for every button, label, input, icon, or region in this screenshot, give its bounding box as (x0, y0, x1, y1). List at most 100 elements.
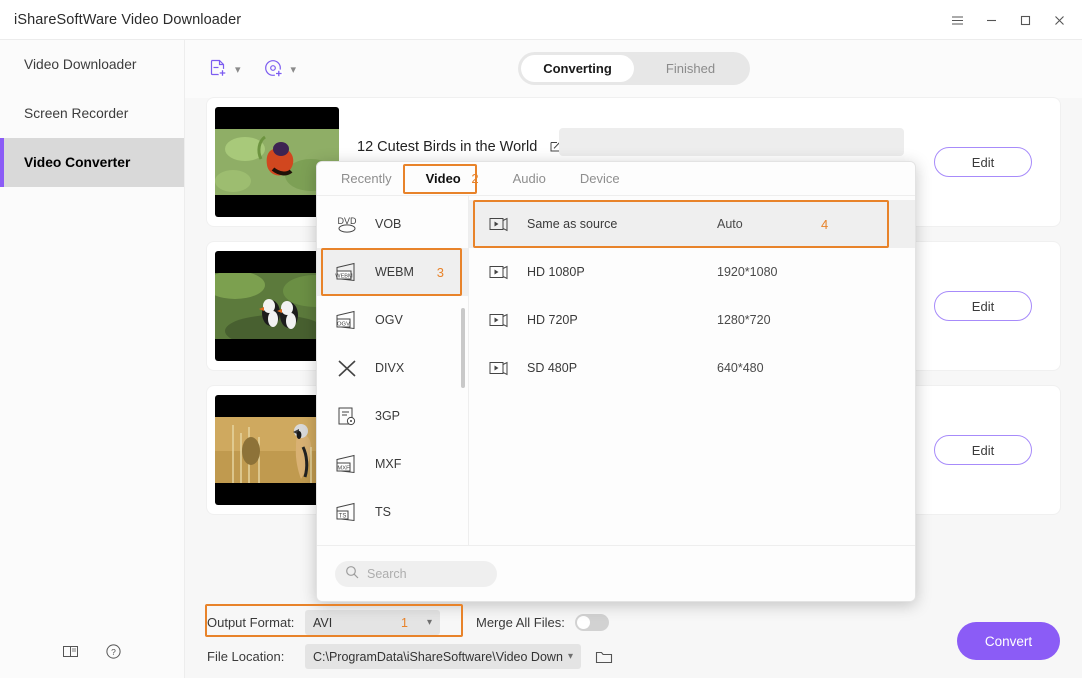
chevron-down-icon: ▾ (568, 651, 573, 662)
format-list-scrollbar[interactable] (461, 308, 465, 388)
output-format-select[interactable]: AVI 1 ▾ (305, 610, 440, 635)
format-item-webm[interactable]: WEBM WEBM 3 (317, 248, 468, 296)
merge-all-files-toggle[interactable] (575, 614, 609, 631)
resolution-value: 1920*1080 (717, 265, 777, 279)
format-label: TS (375, 505, 391, 519)
manual-icon[interactable] (62, 643, 79, 660)
mxf-file-icon: MXF (333, 451, 361, 477)
merge-all-files-row: Merge All Files: (476, 614, 609, 631)
panel-tabs: Recently Video 2 Audio Device (317, 162, 915, 195)
format-list: DVD VOB WEBM WEBM 3 OGV OGV (317, 196, 469, 545)
resolution-value: 640*480 (717, 361, 764, 375)
browse-folder-icon[interactable] (595, 649, 613, 665)
add-file-button[interactable]: ▾ (207, 58, 241, 80)
resolution-label: HD 1080P (527, 265, 717, 279)
panel-tab-recently[interactable]: Recently (341, 171, 392, 186)
help-icon[interactable]: ? (105, 643, 122, 660)
status-tabs: Converting Finished (518, 52, 750, 85)
3gp-file-icon (333, 403, 361, 429)
file-location-label: File Location: (207, 649, 305, 664)
resolution-item-hd-720p[interactable]: HD 720P 1280*720 (469, 296, 915, 344)
file-title: 12 Cutest Birds in the World (357, 139, 537, 155)
bottom-bar: Output Format: AVI 1 ▾ Merge All Files: … (185, 596, 1082, 678)
tab-converting[interactable]: Converting (521, 55, 634, 82)
sidebar-item-video-downloader[interactable]: Video Downloader (0, 40, 184, 89)
sidebar-item-screen-recorder[interactable]: Screen Recorder (0, 89, 184, 138)
file-location-row: File Location: C:\ProgramData\iShareSoft… (207, 644, 613, 669)
maximize-icon[interactable] (1008, 3, 1042, 37)
format-dropdown-panel: Recently Video 2 Audio Device DVD VOB (316, 161, 916, 602)
convert-button[interactable]: Convert (957, 622, 1060, 660)
search-icon (345, 565, 359, 582)
app-window: iShareSoftWare Video Downloader Video Do… (0, 0, 1082, 678)
add-disc-icon (263, 58, 285, 80)
format-label: DIVX (375, 361, 404, 375)
file-location-select[interactable]: C:\ProgramData\iShareSoftware\Video Down… (305, 644, 581, 669)
chevron-down-icon: ▾ (291, 63, 297, 76)
file-location-value: C:\ProgramData\iShareSoftware\Video Down (313, 650, 563, 664)
format-label: OGV (375, 313, 403, 327)
resolution-label: SD 480P (527, 361, 717, 375)
minimize-icon[interactable] (974, 3, 1008, 37)
format-item-vob[interactable]: DVD VOB (317, 200, 468, 248)
panel-tab-label: Device (580, 171, 620, 186)
format-item-mxf[interactable]: MXF MXF (317, 440, 468, 488)
panel-tab-device[interactable]: Device (580, 171, 620, 186)
format-item-3gp[interactable]: 3GP (317, 392, 468, 440)
svg-text:MXF: MXF (337, 466, 350, 472)
panel-tab-audio[interactable]: Audio (513, 171, 546, 186)
edit-button[interactable]: Edit (934, 291, 1032, 321)
format-label: MXF (375, 457, 401, 471)
webm-highlight-box (321, 248, 462, 296)
format-label: 3GP (375, 409, 400, 423)
ts-file-icon: TS (333, 499, 361, 525)
sidebar-item-label: Screen Recorder (24, 106, 128, 121)
video-file-icon (485, 355, 513, 381)
close-icon[interactable] (1042, 3, 1076, 37)
video-file-icon (485, 259, 513, 285)
sidebar-item-video-converter[interactable]: Video Converter (0, 138, 184, 187)
video-tab-highlight-box (403, 164, 477, 194)
panel-tab-label: Audio (513, 171, 546, 186)
panel-tab-label: Recently (341, 171, 392, 186)
panel-body: DVD VOB WEBM WEBM 3 OGV OGV (317, 195, 915, 545)
add-disc-button[interactable]: ▾ (263, 58, 297, 80)
toolbar: ▾ ▾ Converting Finished (185, 40, 1082, 98)
svg-text:OGV: OGV (337, 322, 350, 328)
search-box[interactable]: Search (335, 561, 497, 587)
window-controls (940, 0, 1076, 40)
divx-icon (333, 355, 361, 381)
output-format-step-badge: 1 (401, 616, 408, 630)
edit-button[interactable]: Edit (934, 147, 1032, 177)
search-placeholder: Search (367, 567, 407, 581)
output-format-row: Output Format: AVI 1 ▾ Merge All Files: (207, 610, 609, 635)
sidebar-item-label: Video Converter (24, 155, 130, 170)
add-file-icon (207, 58, 229, 80)
app-title: iShareSoftWare Video Downloader (0, 12, 241, 28)
output-format-value: AVI (313, 616, 332, 630)
chevron-down-icon: ▾ (235, 63, 241, 76)
tab-finished[interactable]: Finished (634, 55, 747, 82)
video-file-icon (485, 307, 513, 333)
merge-all-files-label: Merge All Files: (476, 615, 565, 630)
chevron-down-icon: ▾ (427, 617, 432, 628)
title-bar: iShareSoftWare Video Downloader (0, 0, 1082, 40)
edit-button[interactable]: Edit (934, 435, 1032, 465)
resolution-item-same-as-source[interactable]: Same as source Auto 4 (469, 200, 915, 248)
sidebar: Video Downloader Screen Recorder Video C… (0, 40, 185, 678)
resolution-item-hd-1080p[interactable]: HD 1080P 1920*1080 (469, 248, 915, 296)
resolution-list: Same as source Auto 4 HD 1080P 1920*1080 (469, 196, 915, 545)
resolution-label: HD 720P (527, 313, 717, 327)
format-item-ogv[interactable]: OGV OGV (317, 296, 468, 344)
format-item-ts[interactable]: TS TS (317, 488, 468, 536)
ogv-file-icon: OGV (333, 307, 361, 333)
same-as-source-highlight-box (473, 200, 889, 248)
resolution-item-sd-480p[interactable]: SD 480P 640*480 (469, 344, 915, 392)
menu-icon[interactable] (940, 3, 974, 37)
svg-text:?: ? (111, 647, 116, 657)
format-item-divx[interactable]: DIVX (317, 344, 468, 392)
dvd-icon: DVD (333, 211, 361, 237)
resolution-value: 1280*720 (717, 313, 771, 327)
format-label: VOB (375, 217, 401, 231)
file-format-selector[interactable] (559, 128, 904, 156)
